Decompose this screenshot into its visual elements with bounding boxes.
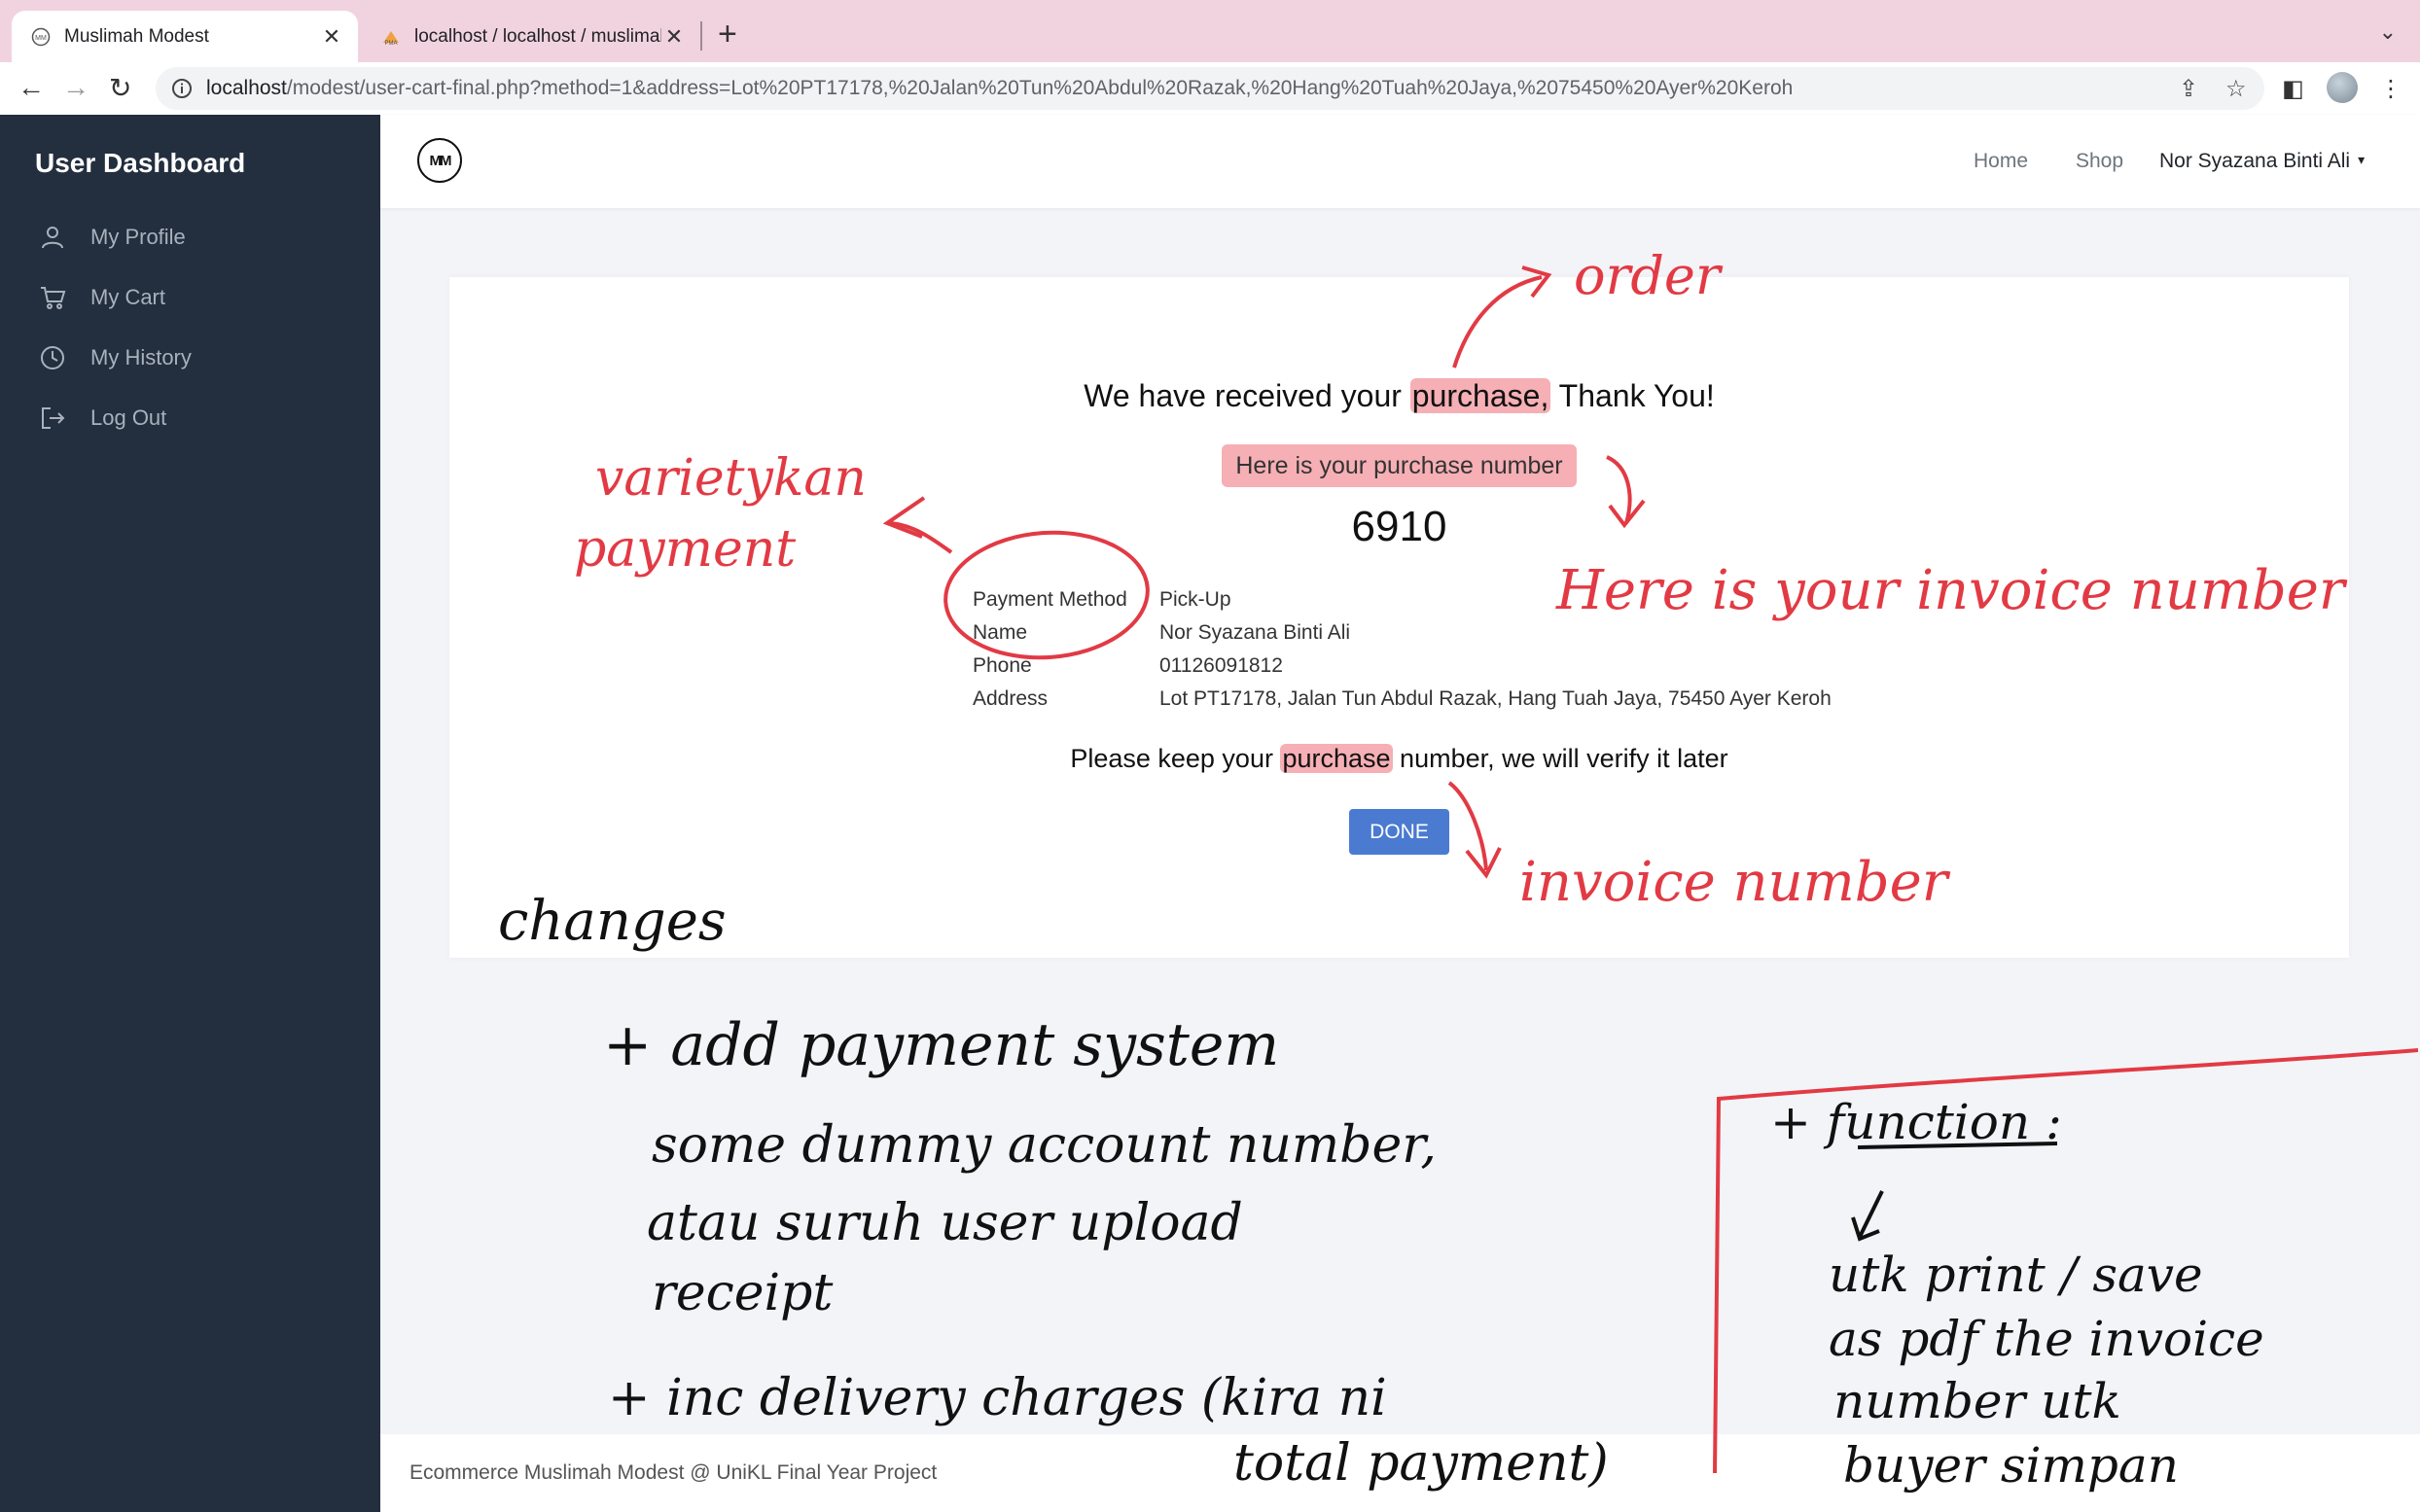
keep-text: Please keep your <box>1070 744 1281 773</box>
sidebar-item-label: My Cart <box>90 285 165 309</box>
close-tab-icon[interactable]: ✕ <box>319 24 344 50</box>
thanks-text: We have received your <box>1084 378 1410 413</box>
purchase-number-label-text: Here is your purchase number <box>1222 444 1577 487</box>
detail-value: Pick-Up <box>1159 588 1231 611</box>
tab-muslimah-modest[interactable]: MM Muslimah Modest ✕ <box>12 11 358 62</box>
done-button[interactable]: DONE <box>1349 809 1449 855</box>
sidebar-item-my-profile[interactable]: My Profile <box>39 224 186 251</box>
side-panel-icon[interactable]: ◧ <box>2282 75 2304 103</box>
function-arrow <box>1851 1190 1884 1242</box>
thanks-text-end: Thank You! <box>1550 378 1715 413</box>
footer-text: Ecommerce Muslimah Modest @ UniKL Final … <box>409 1461 938 1484</box>
detail-row: Name Nor Syazana Binti Ali <box>973 621 1832 654</box>
back-arrow-icon[interactable]: ← <box>18 72 45 103</box>
url-text: localhost/modest/user-cart-final.php?met… <box>206 77 1793 100</box>
annotation-function-line4: buyer simpan <box>1843 1437 2179 1494</box>
annotation-variety-line2: payment <box>574 520 797 579</box>
nav-shop-link[interactable]: Shop <box>2076 150 2123 173</box>
annotation-dummy-line3: receipt <box>652 1264 834 1322</box>
detail-key: Name <box>973 621 1028 644</box>
logout-icon <box>42 407 65 429</box>
site-info-icon[interactable] <box>171 78 193 99</box>
annotation-function-line3: number utk <box>1833 1373 2121 1429</box>
sidebar-item-log-out[interactable]: Log Out <box>39 404 166 432</box>
detail-key: Payment Method <box>973 588 1127 611</box>
keep-text-end: number, we will verify it later <box>1392 744 1728 773</box>
nav-home-link[interactable]: Home <box>1974 150 2028 173</box>
reload-icon[interactable]: ↻ <box>109 72 131 104</box>
sidebar-item-label: My Profile <box>90 225 186 249</box>
forward-arrow-icon[interactable]: → <box>62 72 89 103</box>
url-path: /modest/user-cart-final.php?method=1&add… <box>286 77 1794 99</box>
url-host: localhost <box>206 77 287 99</box>
user-icon <box>42 227 63 249</box>
brand-logo[interactable]: MM <box>417 138 462 183</box>
annotation-variety-line1: varietykan <box>595 449 867 508</box>
annotation-dummy-line2: atau suruh user upload <box>647 1194 1243 1252</box>
browser-toolbar: ← → ↻ localhost/modest/user-cart-final.p… <box>0 62 2420 116</box>
browser-profile-avatar[interactable] <box>2327 72 2358 103</box>
annotation-here-invoice: Here is your invoice number <box>1556 559 2345 622</box>
browser-tab-bar: MM Muslimah Modest ✕ PMA localhost / loc… <box>0 0 2420 62</box>
annotation-dummy-line1: some dummy account number, <box>652 1116 1437 1175</box>
detail-value: Lot PT17178, Jalan Tun Abdul Razak, Hang… <box>1159 687 1832 710</box>
highlighted-word: purchase <box>1280 744 1393 773</box>
close-tab-icon[interactable]: ✕ <box>661 24 687 50</box>
tab-search-chevron-icon[interactable]: ⌄ <box>2379 19 2397 45</box>
detail-key: Phone <box>973 654 1032 677</box>
phpmyadmin-favicon-icon: PMA <box>383 30 399 47</box>
thank-you-heading: We have received your purchase, Thank Yo… <box>449 378 2349 414</box>
detail-value: Nor Syazana Binti Ali <box>1159 621 1351 644</box>
sidebar-item-my-cart[interactable]: My Cart <box>39 284 165 311</box>
detail-row: Phone 01126091812 <box>973 654 1832 687</box>
annotation-changes: changes <box>498 890 727 953</box>
annotation-add-payment: + add payment system <box>603 1011 1280 1079</box>
detail-row: Address Lot PT17178, Jalan Tun Abdul Raza… <box>973 687 1832 721</box>
keep-number-note: Please keep your purchase number, we wil… <box>449 744 2349 774</box>
annotation-invoice-number: invoice number <box>1519 851 1948 914</box>
sidebar-item-label: Log Out <box>90 405 167 430</box>
site-favicon-icon: MM <box>31 27 51 46</box>
tab-title: localhost / localhost / muslimah <box>414 25 661 47</box>
annotation-total-payment: total payment) <box>1233 1434 1609 1493</box>
new-tab-icon[interactable]: + <box>718 16 737 53</box>
share-icon[interactable]: ⇪ <box>2179 75 2198 103</box>
browser-menu-icon[interactable]: ⋮ <box>2379 75 2402 103</box>
tab-localhost[interactable]: PMA localhost / localhost / muslimah ✕ <box>362 11 700 62</box>
detail-key: Address <box>973 687 1049 710</box>
annotation-function-line2: as pdf the invoice <box>1829 1311 2264 1367</box>
sidebar-title: User Dashboard <box>35 148 246 178</box>
highlighted-word: purchase, <box>1409 378 1551 413</box>
clock-icon <box>41 346 64 369</box>
user-name: Nor Syazana Binti Ali <box>2159 150 2351 172</box>
sidebar-item-my-history[interactable]: My History <box>39 344 192 371</box>
annotation-function: + function : <box>1770 1094 2062 1150</box>
address-bar[interactable]: localhost/modest/user-cart-final.php?met… <box>156 67 2264 110</box>
tab-separator <box>700 21 702 51</box>
tab-title: Muslimah Modest <box>64 25 209 47</box>
sidebar-item-label: My History <box>90 345 192 369</box>
chevron-down-icon: ▾ <box>2358 152 2366 167</box>
svg-text:MM: MM <box>35 35 47 42</box>
user-dropdown[interactable]: Nor Syazana Binti Ali ▾ <box>2159 150 2365 173</box>
annotation-order: order <box>1574 245 1721 306</box>
detail-value: 01126091812 <box>1159 654 1283 677</box>
sidebar: User Dashboard My Profile My Cart My His… <box>0 115 380 1512</box>
annotation-function-line1: utk print / save <box>1829 1247 2203 1303</box>
svg-text:PMA: PMA <box>384 41 397 47</box>
cart-icon <box>41 287 66 309</box>
annotation-inc-delivery: + inc delivery charges (kira ni <box>608 1369 1387 1427</box>
bookmark-star-icon[interactable]: ☆ <box>2225 75 2247 103</box>
top-navbar: MM Home Shop Nor Syazana Binti Ali ▾ <box>380 115 2420 208</box>
